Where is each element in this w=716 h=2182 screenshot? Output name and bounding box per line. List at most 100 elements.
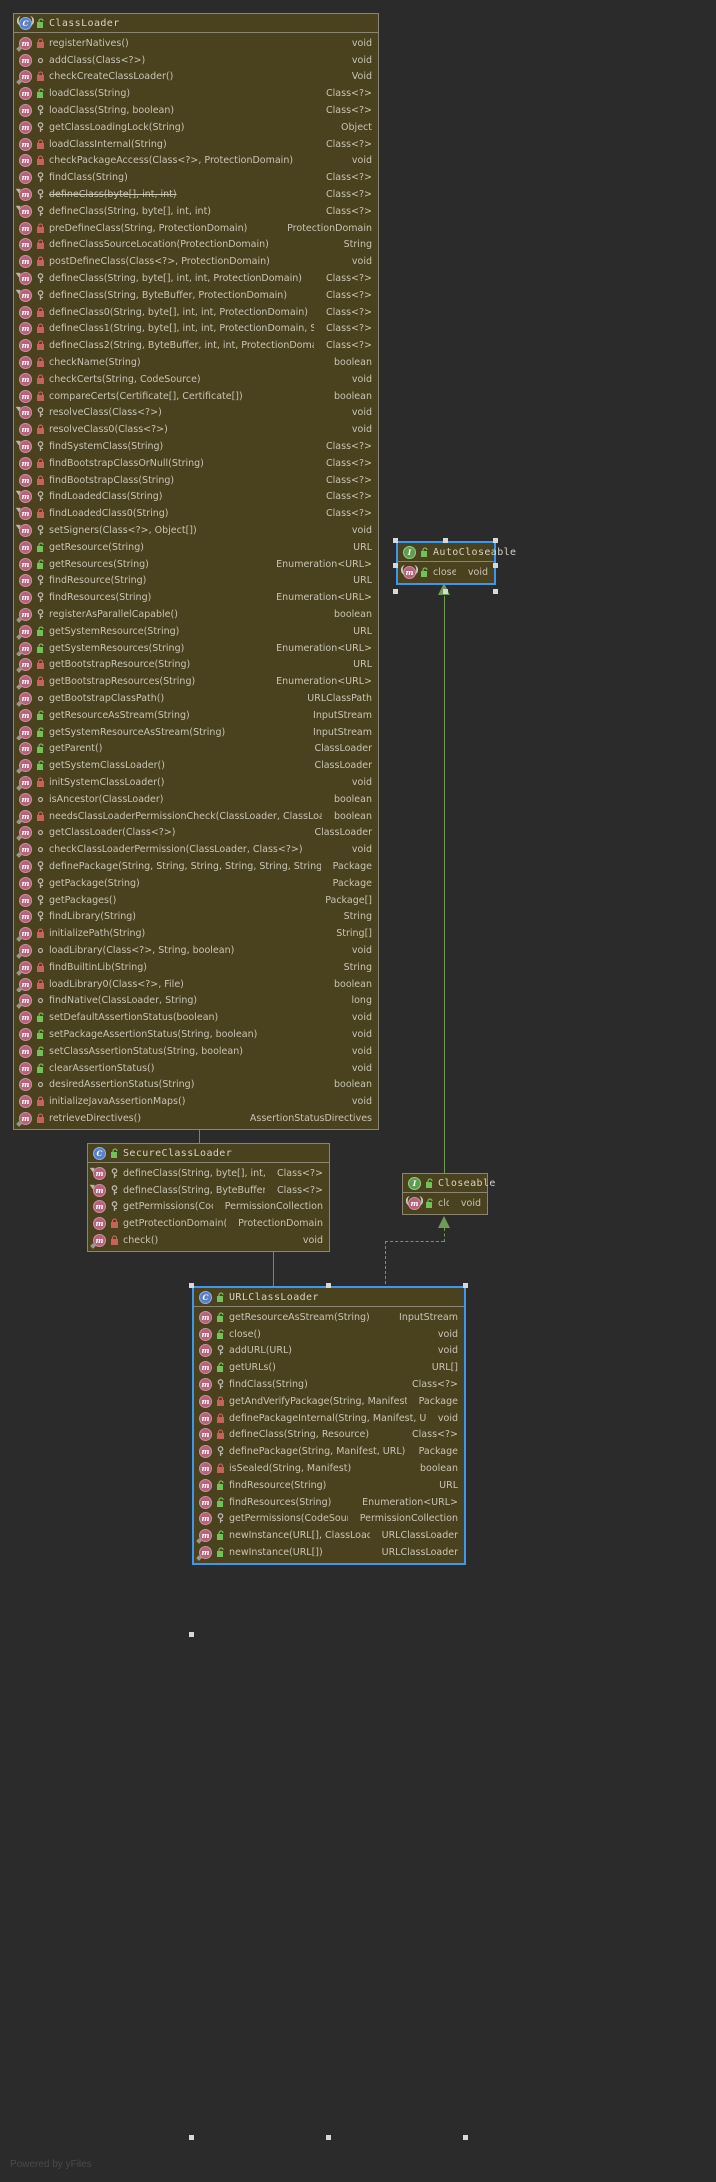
- uml-member-row[interactable]: m getResourceAsStream(String) InputStream: [194, 1309, 464, 1326]
- secure-class-loader-header[interactable]: C SecureClassLoader: [88, 1144, 329, 1163]
- uml-member-row[interactable]: m defineClass0(String, byte[], int, int, …: [14, 304, 378, 321]
- uml-member-row[interactable]: m compareCerts(Certificate[], Certificate…: [14, 388, 378, 405]
- selection-handle[interactable]: [443, 538, 448, 543]
- uml-member-row[interactable]: m getClassLoadingLock(String) Object: [14, 119, 378, 136]
- uml-node-secure-class-loader[interactable]: C SecureClassLoader m defineClass(String,…: [87, 1143, 330, 1252]
- uml-member-row[interactable]: m checkName(String) boolean: [14, 354, 378, 371]
- uml-member-row[interactable]: m getPermissions(CodeSource) PermissionCol…: [194, 1511, 464, 1528]
- selection-handle[interactable]: [393, 589, 398, 594]
- uml-member-row[interactable]: m newInstance(URL[], ClassLoader) URLClass…: [194, 1527, 464, 1544]
- selection-handle[interactable]: [326, 2135, 331, 2140]
- uml-member-row[interactable]: m registerNatives() void: [14, 35, 378, 52]
- uml-member-row[interactable]: m getURLs() URL[]: [194, 1359, 464, 1376]
- uml-member-row[interactable]: m close() void: [194, 1326, 464, 1343]
- uml-member-row[interactable]: m getPermissions(CodeSource) PermissionCol…: [88, 1199, 329, 1216]
- uml-member-row[interactable]: m resolveClass(Class<?>) void: [14, 405, 378, 422]
- uml-member-row[interactable]: m checkCerts(String, CodeSource) void: [14, 371, 378, 388]
- uml-member-row[interactable]: m setClassAssertionStatus(String, boolean…: [14, 1043, 378, 1060]
- uml-member-row[interactable]: m registerAsParallelCapable() boolean: [14, 606, 378, 623]
- uml-member-row[interactable]: m setPackageAssertionStatus(String, boole…: [14, 1026, 378, 1043]
- uml-member-row[interactable]: m findClass(String) Class<?>: [194, 1376, 464, 1393]
- selection-handle[interactable]: [393, 563, 398, 568]
- uml-member-row[interactable]: m findLoadedClass0(String) Class<?>: [14, 505, 378, 522]
- uml-member-row[interactable]: m definePackage(String, String, String, S…: [14, 858, 378, 875]
- uml-member-row[interactable]: m loadClassInternal(String) Class<?>: [14, 136, 378, 153]
- url-class-loader-header[interactable]: C URLClassLoader: [194, 1288, 464, 1307]
- uml-member-row[interactable]: m loadClass(String) Class<?>: [14, 85, 378, 102]
- uml-member-row[interactable]: m isSealed(String, Manifest) boolean: [194, 1460, 464, 1477]
- uml-member-row[interactable]: m postDefineClass(Class<?>, ProtectionDom…: [14, 253, 378, 270]
- uml-member-row[interactable]: m getSystemResource(String) URL: [14, 623, 378, 640]
- uml-member-row[interactable]: m needsClassLoaderPermissionCheck(ClassLo…: [14, 808, 378, 825]
- uml-member-row[interactable]: m findLoadedClass(String) Class<?>: [14, 489, 378, 506]
- uml-member-row[interactable]: m findBootstrapClassOrNull(String) Class<?…: [14, 455, 378, 472]
- uml-member-row[interactable]: m defineClass(byte[], int, int) Class<?>: [14, 186, 378, 203]
- selection-handle[interactable]: [443, 589, 448, 594]
- uml-member-row[interactable]: m setSigners(Class<?>, Object[]) void: [14, 522, 378, 539]
- uml-member-row[interactable]: m defineClass(String, byte[], int, int, C…: [88, 1165, 329, 1182]
- selection-handle[interactable]: [189, 2135, 194, 2140]
- selection-handle[interactable]: [189, 1632, 194, 1637]
- uml-member-row[interactable]: m findLibrary(String) String: [14, 908, 378, 925]
- uml-member-row[interactable]: m addURL(URL) void: [194, 1343, 464, 1360]
- uml-member-row[interactable]: m loadLibrary0(Class<?>, File) boolean: [14, 976, 378, 993]
- uml-member-row[interactable]: m definePackage(String, Manifest, URL) Pac…: [194, 1443, 464, 1460]
- uml-member-row[interactable]: m setDefaultAssertionStatus(boolean) void: [14, 1009, 378, 1026]
- uml-member-row[interactable]: m findClass(String) Class<?>: [14, 169, 378, 186]
- uml-member-row[interactable]: m findResource(String) URL: [14, 573, 378, 590]
- uml-member-row[interactable]: m loadLibrary(Class<?>, String, boolean) v…: [14, 942, 378, 959]
- uml-member-row[interactable]: m findResource(String) URL: [194, 1477, 464, 1494]
- uml-member-row[interactable]: m initSystemClassLoader() void: [14, 774, 378, 791]
- uml-member-row[interactable]: m addClass(Class<?>) void: [14, 52, 378, 69]
- uml-member-row[interactable]: m checkClassLoaderPermission(ClassLoader,…: [14, 841, 378, 858]
- uml-member-row[interactable]: m clearAssertionStatus() void: [14, 1060, 378, 1077]
- uml-member-row[interactable]: m checkPackageAccess(Class<?>, Protection…: [14, 153, 378, 170]
- uml-member-row[interactable]: m getResources(String) Enumeration<URL>: [14, 556, 378, 573]
- selection-handle[interactable]: [493, 563, 498, 568]
- selection-handle[interactable]: [463, 1283, 468, 1288]
- uml-member-row[interactable]: m defineClass2(String, ByteBuffer, int, i…: [14, 337, 378, 354]
- selection-handle[interactable]: [463, 2135, 468, 2140]
- uml-node-url-class-loader[interactable]: C URLClassLoader m getResourceAsStream(St…: [192, 1286, 466, 1565]
- uml-member-row[interactable]: m getClassLoader(Class<?>) ClassLoader: [14, 824, 378, 841]
- selection-handle[interactable]: [326, 1283, 331, 1288]
- uml-member-row[interactable]: m getPackages() Package[]: [14, 892, 378, 909]
- uml-member-row[interactable]: m check() void: [88, 1232, 329, 1249]
- uml-node-closeable[interactable]: I Closeable m close() void: [402, 1173, 495, 1215]
- uml-member-row[interactable]: m defineClass(String, ByteBuffer, Protect…: [14, 287, 378, 304]
- closeable-header[interactable]: I Closeable: [403, 1174, 495, 1193]
- uml-member-row[interactable]: m desiredAssertionStatus(String) boolean: [14, 1076, 378, 1093]
- uml-member-row[interactable]: m getSystemResourceAsStream(String) InputS…: [14, 724, 378, 741]
- uml-member-row[interactable]: m getSystemResources(String) Enumeration<U…: [14, 640, 378, 657]
- uml-member-row[interactable]: m defineClass1(String, byte[], int, int, …: [14, 321, 378, 338]
- uml-member-row[interactable]: m getResourceAsStream(String) InputStream: [14, 707, 378, 724]
- selection-handle[interactable]: [393, 538, 398, 543]
- uml-member-row[interactable]: m findNative(ClassLoader, String) long: [14, 992, 378, 1009]
- uml-node-class-loader[interactable]: C ClassLoader m registerNatives() void m add…: [13, 13, 379, 1130]
- uml-member-row[interactable]: m findSystemClass(String) Class<?>: [14, 438, 378, 455]
- selection-handle[interactable]: [189, 1283, 194, 1288]
- uml-member-row[interactable]: m findResources(String) Enumeration<URL>: [14, 589, 378, 606]
- uml-member-row[interactable]: m defineClass(String, byte[], int, int) Cl…: [14, 203, 378, 220]
- uml-member-row[interactable]: m findBootstrapClass(String) Class<?>: [14, 472, 378, 489]
- uml-member-row[interactable]: m findBuiltinLib(String) String: [14, 959, 378, 976]
- uml-member-row[interactable]: m isAncestor(ClassLoader) boolean: [14, 791, 378, 808]
- uml-member-row[interactable]: m close() void: [403, 1195, 487, 1212]
- uml-member-row[interactable]: m checkCreateClassLoader() Void: [14, 69, 378, 86]
- uml-member-row[interactable]: m getParent() ClassLoader: [14, 740, 378, 757]
- uml-member-row[interactable]: m getBootstrapResource(String) URL: [14, 656, 378, 673]
- selection-handle[interactable]: [493, 538, 498, 543]
- uml-member-row[interactable]: m getAndVerifyPackage(String, Manifest, U…: [194, 1393, 464, 1410]
- uml-member-row[interactable]: m getBootstrapResources(String) Enumeratio…: [14, 673, 378, 690]
- uml-member-row[interactable]: m getBootstrapClassPath() URLClassPath: [14, 690, 378, 707]
- uml-member-row[interactable]: m initializeJavaAssertionMaps() void: [14, 1093, 378, 1110]
- uml-member-row[interactable]: m initializePath(String) String[]: [14, 925, 378, 942]
- uml-member-row[interactable]: m preDefineClass(String, ProtectionDomain…: [14, 220, 378, 237]
- uml-member-row[interactable]: m defineClass(String, Resource) Class<?>: [194, 1427, 464, 1444]
- selection-handle[interactable]: [493, 589, 498, 594]
- uml-member-row[interactable]: m defineClassSourceLocation(ProtectionDom…: [14, 237, 378, 254]
- uml-member-row[interactable]: m defineClass(String, byte[], int, int, P…: [14, 270, 378, 287]
- uml-member-row[interactable]: m loadClass(String, boolean) Class<?>: [14, 102, 378, 119]
- uml-member-row[interactable]: m defineClass(String, ByteBuffer, CodeSou…: [88, 1182, 329, 1199]
- auto-closeable-header[interactable]: I AutoCloseable: [398, 543, 516, 562]
